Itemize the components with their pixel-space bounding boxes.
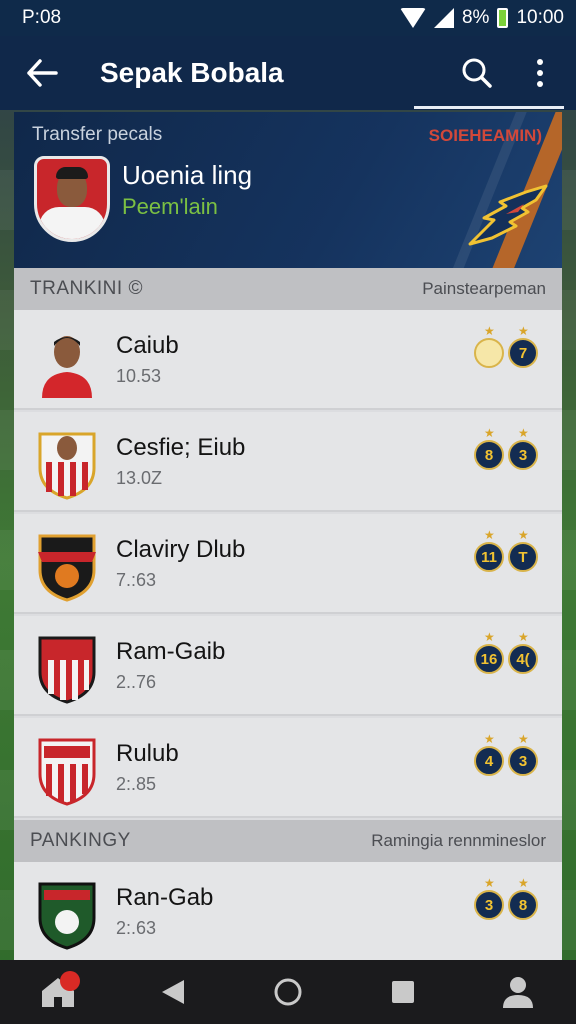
rank-badge: 4 — [474, 746, 504, 776]
back-arrow-icon[interactable] — [12, 43, 72, 103]
circle-home-icon[interactable] — [258, 967, 318, 1017]
club-row[interactable]: Rulub 2:.85 ★ ★ 4 3 — [14, 718, 562, 818]
star-icon: ★ — [484, 324, 495, 338]
person-icon[interactable] — [488, 967, 548, 1017]
status-left-text: P:08 — [22, 7, 62, 28]
hero-player-name: Uoenia ling — [122, 160, 253, 190]
club-value: 10.53 — [116, 366, 162, 386]
star-icon: ★ — [518, 876, 529, 890]
player-avatar — [42, 336, 92, 398]
ranking-header: TRANKINI © Painstearpeman — [14, 268, 562, 310]
club-name: Claviry Dlub — [116, 536, 246, 563]
status-bar: P:08 8% 10:00 — [0, 0, 576, 36]
section-title: PANKINGY — [30, 830, 131, 851]
rank-badge: 3 — [474, 890, 504, 920]
search-icon[interactable] — [452, 48, 502, 98]
rank-badge: 3 — [508, 746, 538, 776]
eagle-logo-icon — [468, 184, 548, 246]
rank-badge: 3 — [508, 440, 538, 470]
star-icon: ★ — [518, 324, 529, 338]
club-crest-icon — [38, 432, 96, 500]
club-name: Caiub — [116, 332, 179, 359]
club-row[interactable]: Ram-Gaib 2..76 ★ ★ 16 4( — [14, 616, 562, 716]
club-row[interactable]: Ran-Gab 2:.63 ★ ★ 3 8 — [14, 862, 562, 960]
club-value: 7.:63 — [116, 570, 157, 590]
star-icon: ★ — [518, 426, 529, 440]
rank-badge — [474, 338, 504, 368]
club-crest-icon — [38, 534, 96, 602]
hero-player-subtitle: Peem'lain — [122, 194, 218, 219]
club-value: 2:.63 — [116, 918, 157, 938]
rank-badge: T — [508, 542, 538, 572]
club-value: 13.0Z — [116, 468, 163, 488]
back-triangle-icon[interactable] — [143, 967, 203, 1017]
star-icon: ★ — [484, 630, 495, 644]
tab-indicator — [414, 106, 564, 109]
club-value: 2:.85 — [116, 774, 157, 794]
signal-icon — [433, 8, 454, 28]
status-time: 10:00 — [516, 7, 564, 28]
hero-label: Transfer pecals — [32, 124, 163, 145]
club-name: Cesfie; Eiub — [116, 434, 246, 461]
app-title: Sepak Bobala — [100, 57, 284, 88]
app-bar: Sepak Bobala — [0, 36, 576, 110]
club-crest-icon — [38, 738, 96, 806]
rank-badge: 8 — [508, 890, 538, 920]
ranking-header: PANKINGY Ramingia rennmineslor — [14, 820, 562, 862]
battery-percent: 8% — [461, 7, 490, 28]
club-crest-icon — [38, 882, 96, 950]
star-icon: ★ — [518, 630, 529, 644]
club-row[interactable]: Claviry Dlub 7.:63 ★ ★ 11 T — [14, 514, 562, 614]
club-row[interactable]: Cesfie; Eiub 13.0Z ★ ★ 8 3 — [14, 412, 562, 512]
more-vert-icon[interactable] — [518, 48, 562, 98]
rank-badge: 7 — [508, 338, 538, 368]
content-panel: Transfer pecals SOIEHEAMIN) Uoenia ling … — [14, 112, 562, 960]
club-name: Ram-Gaib — [116, 638, 226, 665]
star-icon: ★ — [484, 528, 495, 542]
star-icon: ★ — [484, 876, 495, 890]
club-value: 2..76 — [116, 672, 157, 692]
rank-badge: 8 — [474, 440, 504, 470]
club-name: Ran-Gab — [116, 884, 214, 911]
star-icon: ★ — [484, 426, 495, 440]
star-icon: ★ — [484, 732, 495, 746]
square-recents-icon[interactable] — [373, 967, 433, 1017]
status-icons: 8% 10:00 — [399, 7, 564, 29]
club-row[interactable]: Caiub 10.53 ★ ★ 7 — [14, 310, 562, 410]
hero-brand: SOIEHEAMIN) — [428, 126, 542, 145]
section-subtitle: Ramingia rennmineslor — [371, 831, 546, 850]
club-crest-icon — [38, 636, 96, 704]
wifi-icon — [399, 8, 426, 28]
system-nav-bar — [0, 960, 576, 1024]
notification-badge — [59, 971, 80, 991]
battery-icon — [497, 8, 509, 28]
section-title: TRANKINI © — [30, 278, 143, 299]
rank-badge: 4( — [508, 644, 538, 674]
star-icon: ★ — [518, 528, 529, 542]
featured-player-card[interactable]: Transfer pecals SOIEHEAMIN) Uoenia ling … — [14, 112, 562, 308]
section-subtitle: Painstearpeman — [422, 279, 546, 298]
player-avatar — [34, 156, 110, 242]
rank-badge: 16 — [474, 644, 504, 674]
rank-badge: 11 — [474, 542, 504, 572]
club-name: Rulub — [116, 740, 179, 767]
home-icon[interactable] — [28, 967, 88, 1017]
star-icon: ★ — [518, 732, 529, 746]
